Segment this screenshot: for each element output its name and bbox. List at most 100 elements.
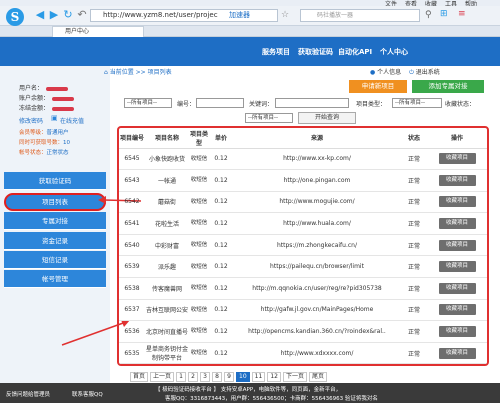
cell-status: 正常 — [401, 169, 427, 192]
favorite-project-button[interactable]: 收藏项目 — [438, 153, 476, 165]
table-row: 6540 中彩财富 收短信 0.12 https://m.zhongkecaifu.cn… — [119, 234, 487, 257]
cell-source: http://www.huala.com/ — [233, 212, 401, 235]
cell-type: 收短信 — [189, 277, 209, 300]
logout-icon: ⏻ — [409, 69, 414, 76]
cell-name: 小象快跑收货 — [145, 148, 189, 171]
cell-status: 正常 — [401, 234, 427, 257]
pager-page[interactable]: 2 — [188, 372, 199, 382]
cell-type: 收短信 — [189, 234, 209, 257]
pager-page[interactable]: 10 — [236, 372, 250, 382]
cell-type: 收短信 — [189, 169, 209, 192]
cell-name: 花啦生活 — [145, 212, 189, 235]
fav-status-select[interactable]: --所有项目-- — [245, 113, 293, 123]
pager-prev[interactable]: 上一页 — [150, 372, 175, 382]
col-header-action: 操作 — [427, 128, 487, 149]
cell-action: 收藏项目 — [427, 320, 487, 343]
cell-name: 中彩财富 — [145, 234, 189, 257]
cell-source: http://gafw.jl.gov.cn/MainPages/Home — [233, 299, 401, 322]
cell-name: 传客魔兽网 — [145, 277, 189, 300]
cell-price: 0.12 — [209, 320, 233, 343]
pager-page[interactable]: 8 — [212, 372, 223, 382]
cell-source: http://m.qqnokia.cn/user/reg/re?pid30573… — [233, 277, 401, 300]
personal-info-link[interactable]: 个人信息 — [377, 69, 401, 76]
pager-page[interactable]: 9 — [224, 372, 235, 382]
cell-id: 6536 — [119, 320, 145, 343]
pager-page[interactable]: 11 — [251, 372, 266, 382]
pager-page[interactable]: 12 — [267, 372, 281, 382]
add-exclusive-button[interactable]: 添加专属对接 — [412, 80, 484, 93]
table-row: 6545 小象快跑收货 收短信 0.12 http://www.xx-kp.com/正常… — [119, 148, 487, 171]
keyword-input[interactable] — [275, 98, 349, 108]
cell-id: 6537 — [119, 299, 145, 322]
cell-type: 收短信 — [189, 342, 209, 364]
table-row: 6535 星单商务钥付金制钩带平台 收短信 0.12 http://www.xdxxxx… — [119, 342, 487, 364]
table-row: 6536 北京时间直播号 收短信 0.12 http://opencms.kandian… — [119, 320, 487, 343]
cell-price: 0.12 — [209, 277, 233, 300]
pager-last[interactable]: 尾页 — [308, 372, 327, 382]
cell-id: 6538 — [119, 277, 145, 300]
cell-name: 蘑菇街 — [145, 191, 189, 214]
cell-price: 0.12 — [209, 191, 233, 214]
col-header-status: 状态 — [401, 128, 427, 149]
logout-link[interactable]: 退出系统 — [416, 69, 440, 76]
cell-action: 收藏项目 — [427, 299, 487, 322]
person-icon: ● — [370, 69, 376, 76]
cell-action: 收藏项目 — [427, 255, 487, 279]
breadcrumb: ⌂ 当前位置 >> 项目列表 — [104, 67, 172, 76]
project-type-select[interactable]: --所有项目-- — [392, 98, 442, 108]
col-header-name: 项目名称 — [145, 128, 189, 149]
cell-name: 星单商务钥付金制钩带平台 — [145, 342, 189, 364]
pager-page[interactable]: 1 — [176, 372, 187, 382]
favorite-project-button[interactable]: 收藏项目 — [438, 347, 476, 359]
cell-type: 收短信 — [189, 299, 209, 322]
footer: 反馈问题给管理员 联系客服QQ 【 极码验证码接收平台 】 支持安卓APP，电脑… — [0, 383, 500, 403]
cell-type: 收短信 — [189, 148, 209, 171]
cell-price: 0.12 — [209, 299, 233, 322]
cell-source: http://www.xdxxxx.com/ — [233, 342, 401, 364]
favorite-project-button[interactable]: 收藏项目 — [438, 304, 476, 316]
keyword-label: 关键词： — [249, 101, 274, 108]
cell-name: 吉林互联网公安 — [145, 299, 189, 322]
favorite-project-button[interactable]: 收藏项目 — [438, 174, 476, 186]
favorite-project-button[interactable]: 收藏项目 — [438, 239, 476, 251]
cell-id: 6543 — [119, 169, 145, 192]
favorite-project-button[interactable]: 收藏项目 — [438, 261, 476, 273]
cell-source: http://one.pingan.com — [233, 169, 401, 192]
support-qq-link[interactable]: 联系客服QQ — [72, 390, 103, 398]
table-row: 6538 传客魔兽网 收短信 0.12 http://m.qqnokia.cn/user… — [119, 277, 487, 300]
project-table: 项目编号 项目名称 项目类型 单价 来源 状态 操作 6545 小象快跑收货 收短信… — [119, 128, 487, 364]
favorite-project-button[interactable]: 收藏项目 — [438, 326, 476, 338]
cell-name: 派乐趣 — [145, 255, 189, 279]
favorite-project-button[interactable]: 收藏项目 — [438, 196, 476, 208]
pager-page[interactable]: 3 — [200, 372, 211, 382]
table-body: 6545 小象快跑收货 收短信 0.12 http://www.xx-kp.com/正常… — [119, 148, 487, 364]
footer-line-2: 客服QQ：3316873443，用户群：556436500；卡商群：556436… — [165, 396, 378, 402]
cell-source: https://pailequ.cn/browser/limit — [233, 255, 401, 279]
code-input[interactable] — [196, 98, 244, 108]
user-links: ● 个人信息 ⏻ 退出系统 — [370, 67, 440, 77]
apply-new-project-button[interactable]: 申请新项目 — [349, 80, 407, 93]
pager-next[interactable]: 下一页 — [282, 372, 307, 382]
cell-type: 收短信 — [189, 212, 209, 235]
cell-type: 收短信 — [189, 191, 209, 214]
col-header-price: 单价 — [209, 128, 233, 149]
feedback-link[interactable]: 反馈问题给管理员 — [6, 390, 50, 398]
query-button[interactable]: 开始查询 — [298, 112, 356, 124]
cell-action: 收藏项目 — [427, 148, 487, 171]
cell-id: 6545 — [119, 148, 145, 171]
project-filter-select[interactable]: --所有项目-- — [124, 98, 172, 108]
cell-id: 6541 — [119, 212, 145, 235]
favorite-project-button[interactable]: 收藏项目 — [438, 282, 476, 294]
cell-status: 正常 — [401, 148, 427, 171]
cell-price: 0.12 — [209, 342, 233, 364]
col-header-source: 来源 — [233, 128, 401, 149]
cell-status: 正常 — [401, 191, 427, 214]
favorite-project-button[interactable]: 收藏项目 — [438, 218, 476, 230]
cell-action: 收藏项目 — [427, 169, 487, 192]
pager-first[interactable]: 首页 — [130, 372, 149, 382]
footer-line-1: 【 极码验证码接收平台 】 支持安卓APP，电脑软件等，同页面，金新平台， — [155, 387, 342, 393]
cell-action: 收藏项目 — [427, 191, 487, 214]
cell-action: 收藏项目 — [427, 212, 487, 235]
cell-status: 正常 — [401, 255, 427, 279]
table-row: 6541 花啦生活 收短信 0.12 http://www.huala.com/正常 收藏… — [119, 212, 487, 235]
